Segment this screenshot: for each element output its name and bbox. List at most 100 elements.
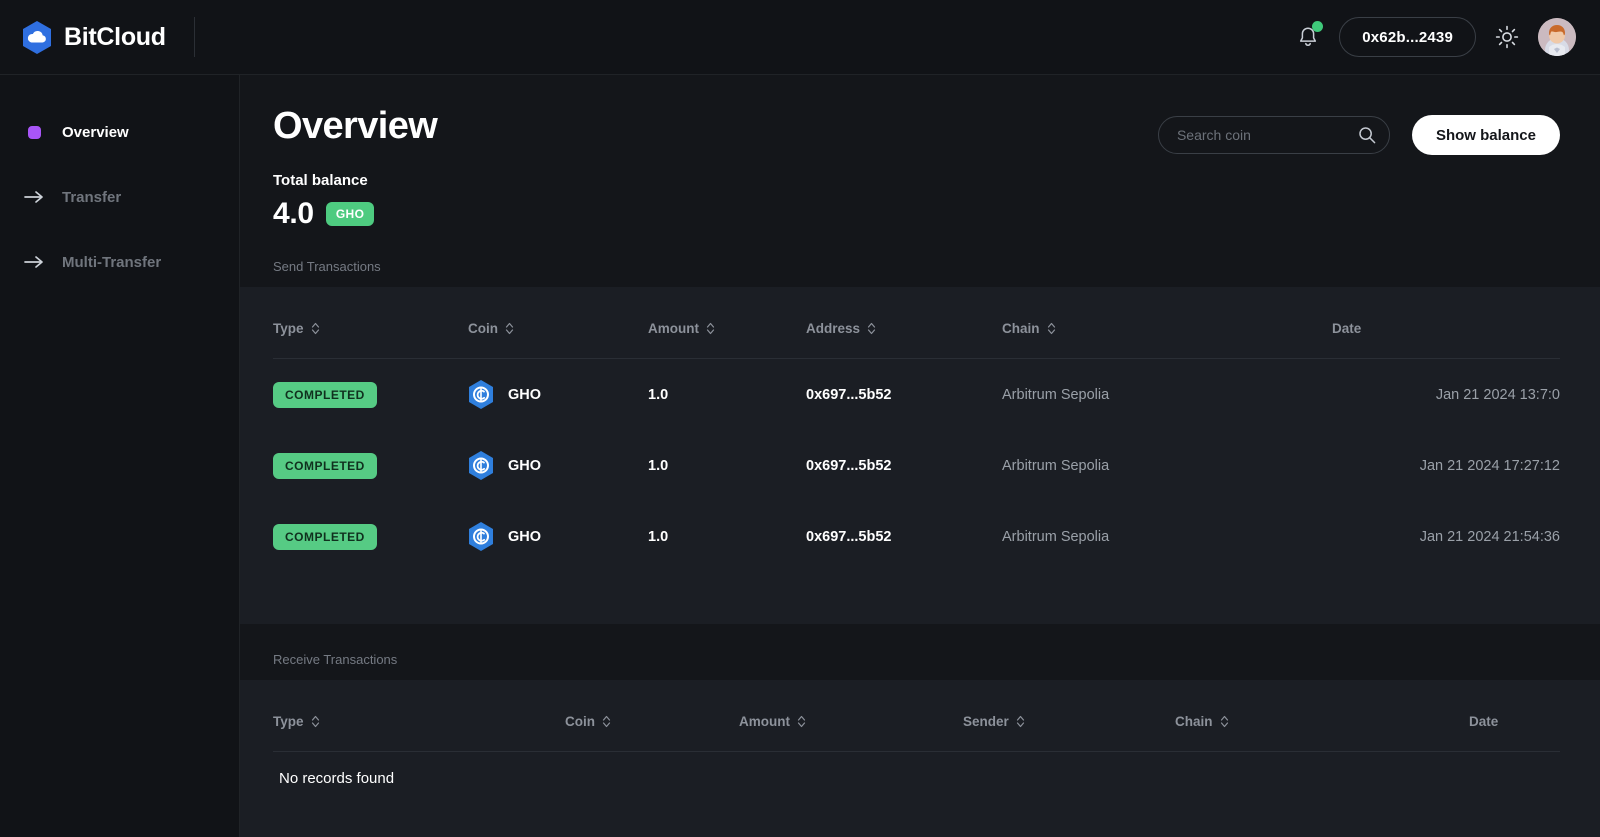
notifications-button[interactable] <box>1295 21 1324 52</box>
receive-transactions-section: Receive Transactions Type Coin Amount Se… <box>240 652 1600 837</box>
sort-icon <box>867 322 876 335</box>
cell-address: 0x697...5b52 <box>806 528 892 545</box>
no-records-message: No records found <box>279 770 395 787</box>
page-header: Overview Total balance 4.0 GHO Search co… <box>240 75 1600 231</box>
col-label: Date <box>1469 714 1499 729</box>
receive-col-type[interactable]: Type <box>273 714 565 752</box>
empty-state-row: No records found <box>273 752 1560 787</box>
receive-card-footer <box>273 787 1560 837</box>
body: Overview Transfer Multi-Transfer Overvie… <box>0 75 1600 837</box>
send-col-amount[interactable]: Amount <box>648 321 806 359</box>
total-balance-value: 4.0 <box>273 197 314 230</box>
sort-icon <box>797 715 806 728</box>
receive-col-chain[interactable]: Chain <box>1175 714 1469 752</box>
receive-transactions-table: Type Coin Amount Sender Chain Date No re… <box>273 714 1560 787</box>
col-label: Amount <box>739 714 790 729</box>
receive-col-sender[interactable]: Sender <box>963 714 1175 752</box>
total-balance-label: Total balance <box>273 172 368 189</box>
col-label: Coin <box>468 321 498 336</box>
sort-icon <box>706 322 715 335</box>
status-badge: COMPLETED <box>273 452 377 479</box>
sun-icon <box>1495 25 1519 49</box>
cloud-hexagon-icon <box>22 20 52 54</box>
user-avatar[interactable] <box>1538 18 1576 56</box>
send-col-address[interactable]: Address <box>806 321 1002 359</box>
sort-icon <box>1016 715 1024 728</box>
brand[interactable]: BitCloud <box>22 20 166 54</box>
gho-coin-icon <box>468 522 494 551</box>
cell-date: Jan 21 2024 13:7:0 <box>1435 386 1560 403</box>
cell-address: 0x697...5b52 <box>806 457 892 474</box>
brand-name: BitCloud <box>64 22 166 51</box>
send-col-chain[interactable]: Chain <box>1002 321 1332 359</box>
col-label: Type <box>273 321 304 336</box>
sort-icon <box>505 322 514 335</box>
show-balance-button[interactable]: Show balance <box>1411 115 1560 155</box>
cell-amount: 1.0 <box>648 528 669 545</box>
sidebar-item-transfer[interactable]: Transfer <box>0 175 239 219</box>
sidebar-item-label: Multi-Transfer <box>62 253 162 271</box>
wallet-address-button[interactable]: 0x62b...2439 <box>1339 17 1476 57</box>
search-input[interactable] <box>1176 127 1358 143</box>
cell-type: COMPLETED <box>273 430 468 501</box>
table-row[interactable]: COMPLETED GHO 1.0 0x697...5b52 Arbitrum … <box>273 430 1560 501</box>
table-row[interactable]: COMPLETED GHO 1.0 0x697...5b52 Arbitrum … <box>273 501 1560 572</box>
theme-toggle-button[interactable] <box>1494 24 1520 50</box>
sidebar-item-overview[interactable]: Overview <box>0 110 239 154</box>
cell-chain: Arbitrum Sepolia <box>1002 528 1110 545</box>
top-bar: BitCloud 0x62b...2439 <box>0 0 1600 75</box>
cell-date: Jan 21 2024 17:27:12 <box>1419 457 1560 474</box>
receive-col-coin[interactable]: Coin <box>565 714 739 752</box>
col-label: Chain <box>1002 321 1040 336</box>
send-card-footer <box>273 572 1560 624</box>
cell-date: Jan 21 2024 21:54:36 <box>1419 528 1560 545</box>
sidebar-item-multi-transfer[interactable]: Multi-Transfer <box>0 240 239 284</box>
balance-coin-badge: GHO <box>325 202 375 226</box>
main-content: Overview Total balance 4.0 GHO Search co… <box>240 75 1600 837</box>
arrow-right-icon <box>24 252 44 272</box>
sidebar: Overview Transfer Multi-Transfer <box>0 75 240 837</box>
table-row[interactable]: COMPLETED GHO 1.0 0x697...5b52 Arbitrum … <box>273 359 1560 431</box>
send-col-date: Date <box>1332 321 1560 359</box>
send-col-type[interactable]: Type <box>273 321 468 359</box>
cell-coin: GHO <box>468 501 648 572</box>
gho-coin-icon <box>468 380 494 409</box>
cell-coin: GHO <box>468 430 648 501</box>
send-transactions-table: Type Coin Amount Address Chain Date COMP… <box>273 321 1560 572</box>
cell-address: 0x697...5b52 <box>806 386 892 403</box>
receive-transactions-label: Receive Transactions <box>273 652 398 667</box>
receive-col-amount[interactable]: Amount <box>739 714 963 752</box>
search-icon[interactable] <box>1358 126 1376 144</box>
cell-type: COMPLETED <box>273 501 468 572</box>
send-table-header-row: Type Coin Amount Address Chain Date <box>273 321 1560 359</box>
sort-icon <box>602 715 611 728</box>
wallet-address-label: 0x62b...2439 <box>1362 28 1453 46</box>
cell-amount: 1.0 <box>648 386 669 403</box>
col-label: Coin <box>565 714 595 729</box>
receive-transactions-card: Type Coin Amount Sender Chain Date No re… <box>240 680 1600 837</box>
receive-col-date: Date <box>1469 714 1560 752</box>
send-transactions-label: Send Transactions <box>273 259 381 274</box>
notification-dot <box>1312 21 1324 32</box>
send-transactions-card: Type Coin Amount Address Chain Date COMP… <box>240 287 1600 624</box>
brand-divider <box>193 17 195 57</box>
sort-icon <box>1220 715 1228 728</box>
cell-amount: 1.0 <box>648 457 669 474</box>
receive-table-header-row: Type Coin Amount Sender Chain Date <box>273 714 1560 752</box>
coin-name: GHO <box>508 528 542 545</box>
col-label: Amount <box>648 321 699 336</box>
cell-type: COMPLETED <box>273 359 468 431</box>
cell-chain: Arbitrum Sepolia <box>1002 386 1110 403</box>
send-col-coin[interactable]: Coin <box>468 321 648 359</box>
status-badge: COMPLETED <box>273 523 377 550</box>
coin-name: GHO <box>508 457 542 474</box>
sidebar-item-label: Transfer <box>62 188 122 206</box>
sort-icon <box>311 715 319 728</box>
search-coin-box[interactable] <box>1157 116 1390 154</box>
coin-name: GHO <box>508 386 542 403</box>
sort-icon <box>311 322 319 335</box>
col-label: Type <box>273 714 304 729</box>
gho-coin-icon <box>468 451 494 480</box>
